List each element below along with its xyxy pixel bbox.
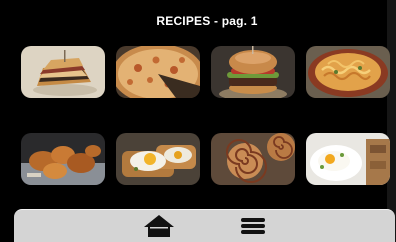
- club-sandwich-photo: [21, 46, 105, 98]
- recipe-tile-fried-chicken[interactable]: [21, 133, 105, 185]
- eggs-breakfast-photo: [306, 133, 390, 185]
- pasta-bake-photo: [306, 46, 390, 98]
- bottom-toolbar: [14, 209, 395, 242]
- pinwheel-pastries-photo: [211, 133, 295, 185]
- egg-toast-photo: [116, 133, 200, 185]
- recipe-grid: [0, 0, 396, 200]
- recipes-screen: RECIPES - pag. 1: [0, 0, 396, 242]
- pizza-photo: [116, 46, 200, 98]
- burger-photo: [211, 46, 295, 98]
- menu-button[interactable]: [238, 212, 268, 240]
- recipe-tile-burger[interactable]: [211, 46, 295, 98]
- recipe-tile-pasta-bake[interactable]: [306, 46, 390, 98]
- home-button[interactable]: [142, 212, 176, 240]
- menu-icon: [241, 218, 265, 234]
- home-icon: [144, 215, 174, 237]
- recipe-tile-egg-toast[interactable]: [116, 133, 200, 185]
- fried-chicken-photo: [21, 133, 105, 185]
- recipe-tile-pinwheel-pastries[interactable]: [211, 133, 295, 185]
- recipe-tile-pizza[interactable]: [116, 46, 200, 98]
- recipe-tile-eggs-breakfast[interactable]: [306, 133, 390, 185]
- recipe-tile-club-sandwich[interactable]: [21, 46, 105, 98]
